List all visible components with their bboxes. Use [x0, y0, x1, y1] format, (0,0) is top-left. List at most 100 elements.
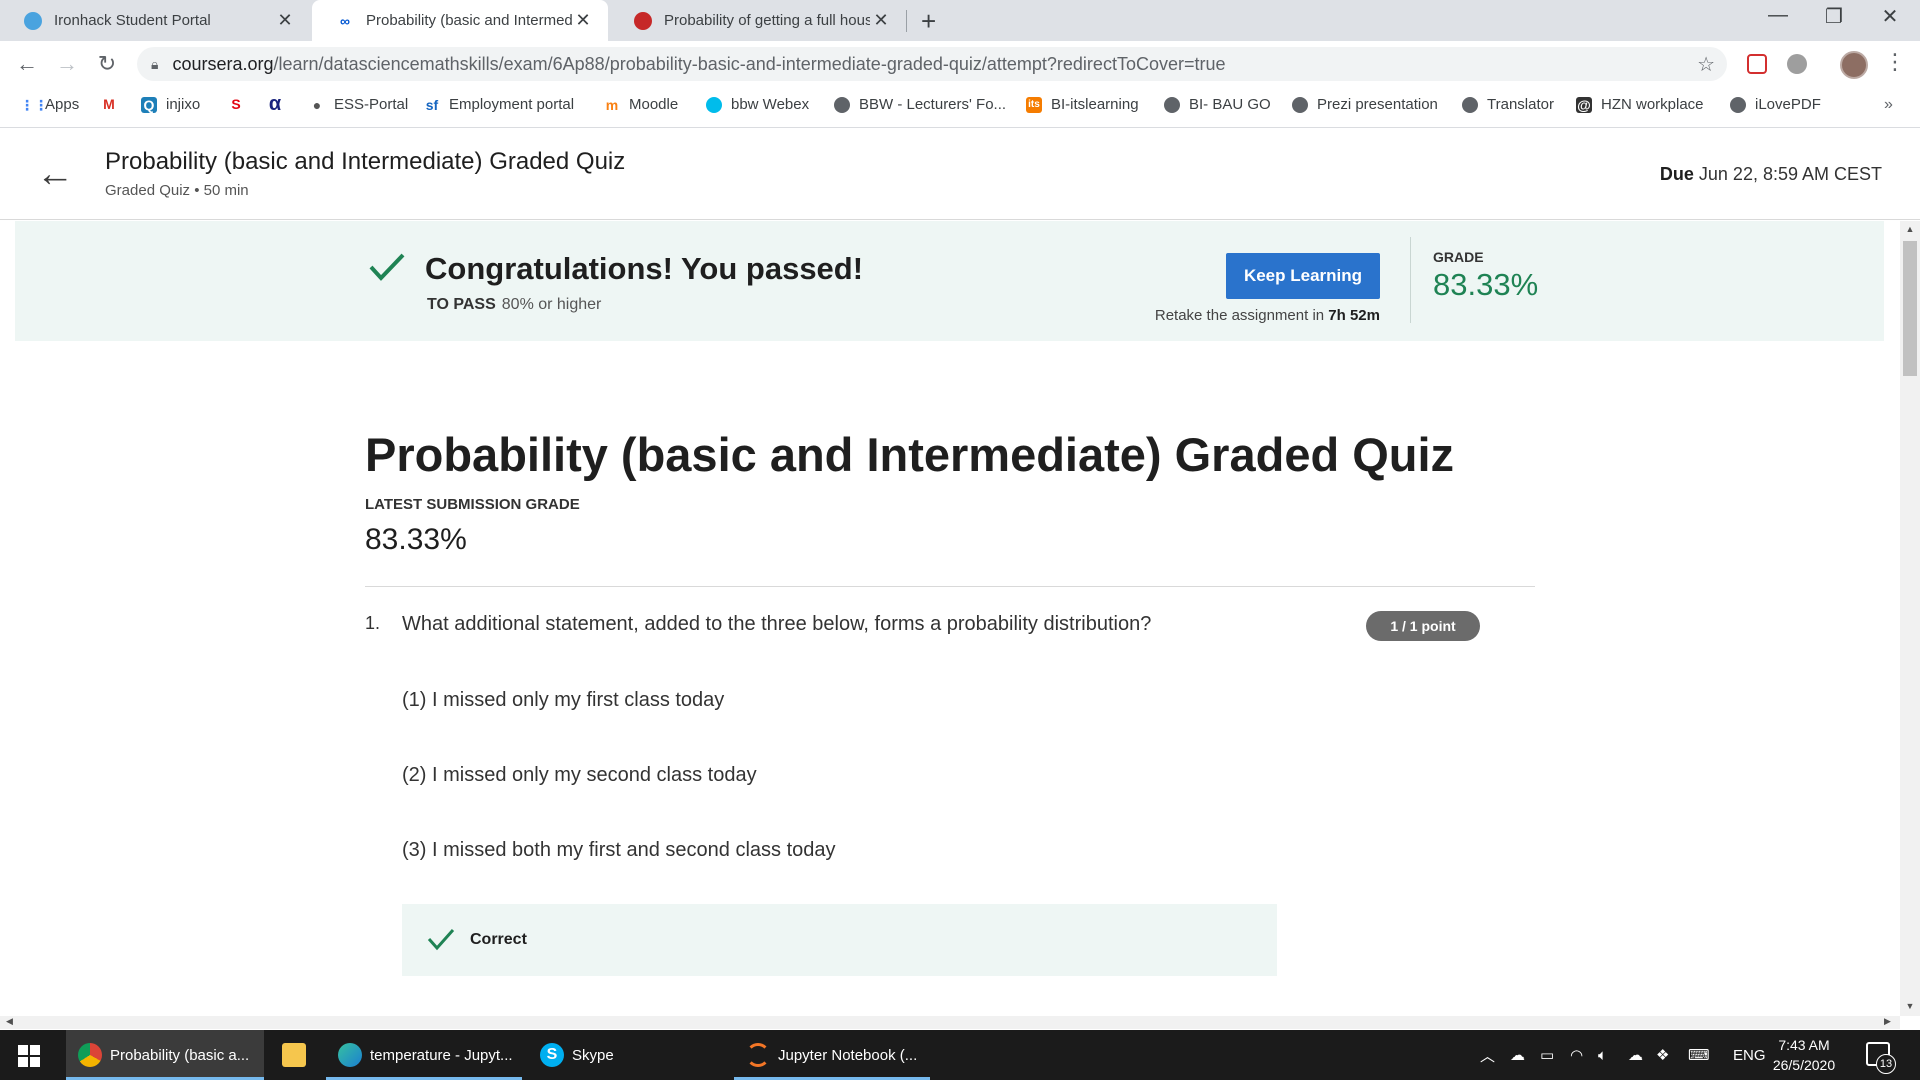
bookmark-sparkasse[interactable]: S	[228, 96, 253, 112]
bookmark-translator[interactable]: Translator	[1462, 96, 1554, 113]
file-explorer-icon	[282, 1043, 306, 1067]
bookmark-label: Prezi presentation	[1317, 96, 1438, 113]
bookmark-star-icon[interactable]: ☆	[1697, 52, 1715, 77]
profile-avatar[interactable]	[1840, 51, 1868, 79]
taskbar-app-edge[interactable]: temperature - Jupyt...	[326, 1030, 522, 1080]
bookmark-label: BI- BAU GO	[1189, 96, 1271, 113]
scroll-left-arrow-icon[interactable]: ◀	[6, 1016, 13, 1027]
tab-coursera-quiz[interactable]: ∞ Probability (basic and Intermedia ✕	[312, 0, 608, 41]
reload-icon[interactable]: ↻	[92, 51, 122, 77]
address-bar[interactable]: 🔒︎ coursera.org/learn/datasciencemathski…	[137, 47, 1727, 81]
tab-title: Probability (basic and Intermedia	[366, 12, 572, 29]
tray-chevron-icon[interactable]: ︿	[1480, 1030, 1495, 1080]
close-tab-icon[interactable]: ✕	[870, 10, 892, 31]
skype-icon: S	[540, 1043, 564, 1067]
bookmark-label: HZN workplace	[1601, 96, 1704, 113]
windows-start-icon[interactable]	[18, 1045, 40, 1067]
taskbar-app-file-explorer[interactable]	[270, 1030, 318, 1080]
bookmark-ess-portal[interactable]: ● ESS-Portal	[309, 96, 408, 113]
globe-icon	[1730, 96, 1746, 113]
windows-taskbar: Probability (basic a... temperature - Ju…	[0, 1030, 1920, 1080]
bookmark-hzn-workplace[interactable]: @ HZN workplace	[1576, 96, 1704, 113]
gmail-icon: M	[103, 96, 115, 112]
onedrive-cloud-icon[interactable]: ☁	[1510, 1030, 1525, 1080]
tab-separator	[906, 10, 907, 32]
vertical-scrollbar[interactable]: ▲ ▼	[1900, 221, 1920, 1016]
keyboard-icon[interactable]: ⌨	[1688, 1030, 1710, 1080]
browser-toolbar: ← → ↻ 🔒︎ coursera.org/learn/datasciencem…	[0, 41, 1920, 88]
bookmark-bi-itslearning[interactable]: its BI-itslearning	[1026, 96, 1139, 113]
system-clock[interactable]: 7:43 AM 26/5/2020	[1764, 1035, 1844, 1075]
sf-icon: sf	[425, 96, 439, 113]
globe-icon	[1462, 96, 1478, 113]
taskbar-app-skype[interactable]: S Skype	[528, 1030, 724, 1080]
bookmark-label: BI-itslearning	[1051, 96, 1139, 113]
to-pass-info: TO PASS 80% or higher	[427, 296, 602, 313]
dropbox-icon[interactable]: ❖	[1656, 1030, 1669, 1080]
restore-icon[interactable]: ❐	[1804, 4, 1864, 29]
bookmark-bbw-webex[interactable]: bbw Webex	[706, 96, 809, 113]
tab-title: Probability of getting a full house	[664, 12, 870, 29]
bookmarks-overflow-icon[interactable]: »	[1884, 96, 1893, 114]
bookmark-bi-bau-go[interactable]: BI- BAU GO	[1164, 96, 1271, 113]
minimize-icon[interactable]: —	[1748, 4, 1808, 27]
bookmark-label: injixo	[166, 96, 201, 113]
bookmark-gmail[interactable]: M	[101, 96, 126, 112]
bookmark-employment-portal[interactable]: sf Employment portal	[424, 96, 574, 113]
bookmarks-bar: ⋮⋮ Apps M Qinjixo S α ● ESS-Portal sf Emplo…	[0, 88, 1920, 128]
bookmark-ilovepdf[interactable]: iLovePDF	[1730, 96, 1821, 113]
window-close-icon[interactable]: ✕	[1860, 4, 1920, 29]
bookmark-apps[interactable]: ⋮⋮ Apps	[20, 96, 79, 113]
bookmark-bbw-lecturers[interactable]: BBW - Lecturers' Fo...	[834, 96, 1006, 113]
alpha-icon: α	[268, 93, 282, 115]
bookmark-injixo[interactable]: Qinjixo	[141, 96, 200, 113]
extension-pocket-icon[interactable]	[1747, 54, 1767, 74]
wifi-icon[interactable]: ◠	[1570, 1030, 1583, 1080]
taskbar-app-label: Skype	[572, 1046, 614, 1064]
header-subtitle: Graded Quiz • 50 min	[105, 182, 249, 199]
horizontal-scrollbar[interactable]: ◀ ▶	[0, 1016, 1900, 1029]
bookmark-label: Employment portal	[449, 96, 575, 113]
back-arrow-icon[interactable]: ←	[36, 154, 74, 194]
bookmark-moodle[interactable]: m Moodle	[604, 96, 678, 113]
browser-menu-icon[interactable]: ⋮	[1884, 49, 1906, 75]
tab-full-house[interactable]: Probability of getting a full house ✕	[610, 0, 906, 41]
scroll-right-arrow-icon[interactable]: ▶	[1884, 1016, 1891, 1027]
pass-message: Congratulations! You passed!	[425, 251, 864, 286]
keep-learning-button[interactable]: Keep Learning	[1226, 253, 1380, 299]
hzn-icon: @	[1576, 96, 1592, 113]
close-tab-icon[interactable]: ✕	[274, 10, 296, 31]
bookmark-prezi[interactable]: Prezi presentation	[1292, 96, 1438, 113]
coursera-favicon-icon: ∞	[340, 12, 350, 29]
globe-icon	[1164, 96, 1180, 113]
battery-icon[interactable]: ▭	[1540, 1030, 1554, 1080]
moodle-icon: m	[605, 96, 619, 113]
clock-date: 26/5/2020	[1772, 1057, 1836, 1073]
cloud-sync-icon[interactable]: ☁	[1628, 1030, 1643, 1080]
taskbar-app-jupyter[interactable]: Jupyter Notebook (...	[734, 1030, 930, 1080]
language-indicator[interactable]: ENG	[1733, 1030, 1766, 1080]
scroll-down-arrow-icon[interactable]: ▼	[1900, 1001, 1920, 1011]
ironhack-favicon-icon	[24, 11, 42, 30]
statement-2: (2) I missed only my second class today	[402, 764, 757, 786]
latest-submission-label: LATEST SUBMISSION GRADE	[365, 496, 580, 513]
scrollbar-thumb[interactable]	[1903, 241, 1917, 376]
volume-icon[interactable]: 🔈︎	[1598, 1030, 1607, 1080]
bookmark-alpha[interactable]: α	[267, 93, 292, 115]
taskbar-app-chrome[interactable]: Probability (basic a...	[66, 1030, 264, 1080]
apps-grid-icon: ⋮⋮	[20, 96, 48, 113]
latest-submission-grade: 83.33%	[365, 523, 467, 556]
back-arrow-icon[interactable]: ←	[12, 51, 42, 77]
url-text: coursera.org/learn/datasciencemathskills…	[172, 53, 1226, 74]
tab-ironhack[interactable]: Ironhack Student Portal ✕	[0, 0, 310, 41]
quiz-title: Probability (basic and Intermediate) Gra…	[365, 428, 1455, 481]
feedback-box: Correct	[402, 904, 1277, 976]
question-number: 1.	[365, 613, 381, 633]
scroll-up-arrow-icon[interactable]: ▲	[1900, 224, 1920, 234]
itslearning-icon: its	[1026, 96, 1042, 113]
close-tab-icon[interactable]: ✕	[572, 10, 594, 31]
apple-icon: ●	[312, 96, 322, 113]
forward-arrow-icon[interactable]: →	[52, 51, 82, 77]
new-tab-plus-icon[interactable]: +	[921, 6, 936, 37]
extension-circle-icon[interactable]	[1787, 54, 1807, 74]
